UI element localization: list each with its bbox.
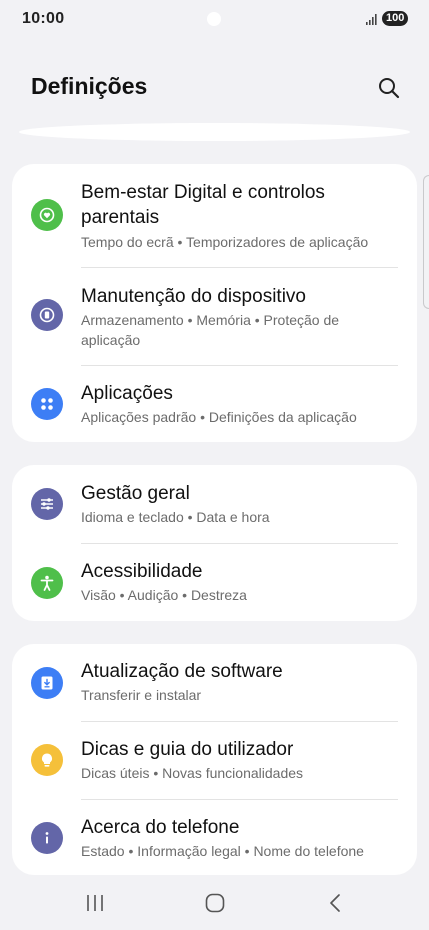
- list-item-device-care[interactable]: Manutenção do dispositivo Armazenamento …: [12, 268, 417, 365]
- page-title: Definições: [31, 73, 148, 99]
- settings-group-1: Bem-estar Digital e controlos parentais …: [12, 164, 417, 442]
- list-item-digital-wellbeing[interactable]: Bem-estar Digital e controlos parentais …: [12, 164, 417, 267]
- software-update-icon: [31, 667, 63, 699]
- status-bar: 10:00 100: [0, 0, 429, 40]
- recents-button[interactable]: [65, 875, 125, 930]
- item-subtitle: Dicas úteis • Novas funcionalidades: [81, 765, 304, 781]
- recents-icon: [87, 894, 103, 911]
- item-title: Gestão geral: [81, 483, 190, 504]
- scrollbar[interactable]: [423, 175, 429, 309]
- device-care-icon: [31, 299, 63, 331]
- item-title: Acessibilidade: [81, 561, 203, 582]
- status-time: 10:00: [22, 10, 65, 27]
- item-subtitle: Idioma e teclado • Data e hora: [81, 509, 270, 525]
- list-item-general-management[interactable]: Gestão geral Idioma e teclado • Data e h…: [12, 465, 417, 543]
- back-button[interactable]: [305, 875, 365, 930]
- item-title: Manutenção do dispositivo: [81, 286, 306, 307]
- home-button[interactable]: [185, 875, 245, 930]
- battery-icon: 100: [382, 11, 409, 26]
- item-subtitle: Visão • Audição • Destreza: [81, 587, 247, 603]
- search-icon: [379, 78, 400, 99]
- item-subtitle: Estado • Informação legal • Nome do tele…: [81, 843, 364, 859]
- list-item-about-phone[interactable]: Acerca do telefone Estado • Informação l…: [12, 800, 417, 875]
- item-title: Aplicações: [81, 383, 173, 404]
- item-title: Atualização de software: [81, 661, 283, 682]
- item-title-line2: parentais: [81, 207, 160, 228]
- item-subtitle: Aplicações padrão • Definições da aplica…: [81, 409, 357, 425]
- item-subtitle: Armazenamento • Memória • Proteção de: [81, 312, 340, 328]
- accessibility-icon: [31, 567, 63, 599]
- general-management-icon: [31, 488, 63, 520]
- item-title: Bem-estar Digital e controlos: [81, 182, 325, 203]
- search-button[interactable]: [374, 73, 404, 103]
- item-subtitle-line2: aplicação: [81, 332, 141, 348]
- digital-wellbeing-icon: [31, 199, 63, 231]
- item-title: Dicas e guia do utilizador: [81, 739, 294, 760]
- list-item-apps[interactable]: Aplicações Aplicações padrão • Definiçõe…: [12, 366, 417, 442]
- settings-group-3: Atualização de software Transferir e ins…: [12, 644, 417, 875]
- item-title: Acerca do telefone: [81, 817, 240, 838]
- signal-icon: [366, 14, 377, 25]
- camera-cutout: [207, 12, 221, 26]
- apps-icon: [31, 388, 63, 420]
- lightbulb-icon: [31, 744, 63, 776]
- list-item-accessibility[interactable]: Acessibilidade Visão • Audição • Destrez…: [12, 544, 417, 621]
- home-icon: [205, 893, 225, 912]
- item-subtitle: Tempo do ecrã • Temporizadores de aplica…: [81, 234, 369, 250]
- navigation-bar: [0, 875, 429, 930]
- settings-group-2: Gestão geral Idioma e teclado • Data e h…: [12, 465, 417, 621]
- list-item-tips[interactable]: Dicas e guia do utilizador Dicas úteis •…: [12, 722, 417, 799]
- item-subtitle: Transferir e instalar: [81, 687, 202, 703]
- info-icon: [31, 822, 63, 854]
- list-item-software-update[interactable]: Atualização de software Transferir e ins…: [12, 644, 417, 721]
- scrolled-card-edge: [19, 123, 410, 141]
- back-icon: [330, 893, 340, 912]
